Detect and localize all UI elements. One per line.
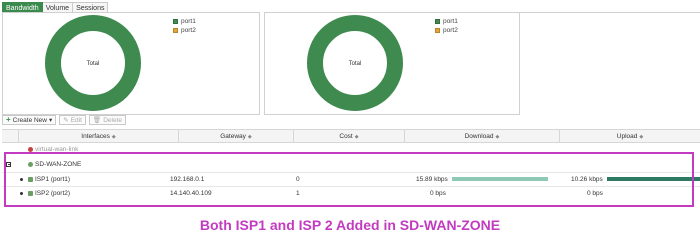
donut-center-label: Total: [349, 61, 362, 67]
caption: Both ISP1 and ISP 2 Added in SD-WAN-ZONE: [199, 217, 501, 233]
header-cost[interactable]: Cost ◆: [293, 130, 404, 143]
header-select: [2, 130, 18, 143]
legend-label: port1: [181, 18, 196, 25]
donut-center-label: Total: [87, 61, 100, 67]
header-download[interactable]: Download ◆: [404, 130, 559, 143]
table-header: Interfaces ◆ Gateway ◆ Cost ◆ Download ◆ Upl…: [2, 129, 700, 143]
header-interfaces[interactable]: Interfaces ◆: [18, 130, 178, 143]
divider: [520, 12, 700, 13]
sort-icon: ◆: [495, 134, 500, 140]
sort-icon: ◆: [247, 134, 252, 140]
pencil-icon: ✎: [63, 117, 69, 124]
bandwidth-chart-panel-1: Total port1 port2: [2, 12, 260, 115]
legend-label: port1: [443, 18, 458, 25]
legend-item-port2[interactable]: port2: [435, 26, 458, 35]
header-gateway[interactable]: Gateway ◆: [178, 130, 293, 143]
sort-icon: ◆: [639, 134, 644, 140]
delete-button[interactable]: 🗑 Delete: [88, 115, 126, 125]
legend-swatch: [173, 19, 178, 24]
legend-swatch: [173, 28, 178, 33]
legend-item-port1[interactable]: port1: [173, 17, 196, 26]
toolbar: + Create New ▾ ✎ Edit 🗑 Delete: [2, 114, 126, 126]
legend-swatch: [435, 19, 440, 24]
legend-item-port2[interactable]: port2: [173, 26, 196, 35]
header-label: Cost: [339, 133, 353, 140]
header-upload[interactable]: Upload ◆: [559, 130, 700, 143]
create-new-button[interactable]: + Create New ▾: [2, 115, 57, 125]
plus-icon: +: [6, 115, 11, 124]
highlight-box: [4, 152, 694, 207]
bandwidth-chart-panel-2: Total port1 port2: [264, 12, 520, 115]
edit-button[interactable]: ✎ Edit: [59, 115, 86, 125]
chart-legend: port1 port2: [173, 17, 196, 35]
trash-icon: 🗑: [92, 117, 102, 124]
header-label: Interfaces: [81, 133, 110, 140]
donut-chart: Total: [45, 15, 141, 111]
header-label: Upload: [616, 133, 638, 140]
create-new-label: Create New: [12, 116, 47, 124]
edit-label: Edit: [70, 116, 82, 124]
sort-icon: ◆: [354, 134, 359, 140]
caret-down-icon: ▾: [49, 117, 53, 124]
sort-icon: ◆: [111, 134, 116, 140]
legend-item-port1[interactable]: port1: [435, 17, 458, 26]
header-label: Download: [464, 133, 494, 140]
chart-legend: port1 port2: [435, 17, 458, 35]
donut-chart: Total: [307, 15, 403, 111]
delete-label: Delete: [103, 116, 122, 124]
legend-label: port2: [443, 27, 458, 34]
legend-label: port2: [181, 27, 196, 34]
legend-swatch: [435, 28, 440, 33]
header-label: Gateway: [220, 133, 246, 140]
